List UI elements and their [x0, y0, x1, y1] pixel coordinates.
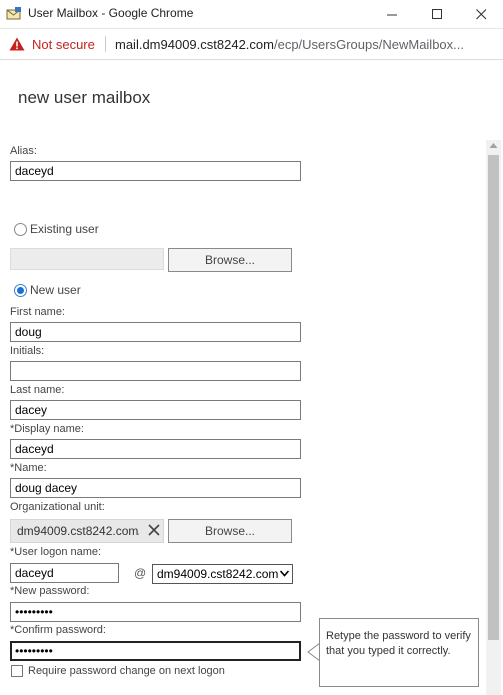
mailbox-icon	[6, 7, 21, 20]
require-password-change-label: Require password change on next logon	[28, 665, 225, 677]
initials-label: Initials:	[10, 345, 45, 357]
name-label: *Name:	[10, 462, 47, 474]
name-input[interactable]: doug dacey	[10, 478, 301, 498]
existing-user-browse-button[interactable]: Browse...	[168, 248, 292, 272]
page-title: new user mailbox	[18, 88, 151, 107]
url-text[interactable]: mail.dm94009.cst8242.com/ecp/UsersGroups…	[115, 37, 500, 52]
existing-user-option[interactable]: Existing user	[14, 222, 99, 236]
existing-user-field	[10, 248, 164, 270]
display-name-label: *Display name:	[10, 423, 84, 435]
new-user-label: New user	[30, 283, 81, 297]
last-name-input[interactable]: dacey	[10, 400, 301, 420]
organizational-unit-browse-button[interactable]: Browse...	[168, 519, 292, 543]
close-icon	[475, 9, 486, 20]
security-status[interactable]: Not secure	[32, 37, 95, 52]
display-name-input[interactable]: daceyd	[10, 439, 301, 459]
maximize-button[interactable]	[415, 0, 459, 29]
alias-label: Alias:	[10, 145, 37, 157]
initials-input[interactable]	[10, 361, 301, 381]
user-logon-name-input[interactable]: daceyd	[10, 563, 119, 583]
url-path: /ecp/UsersGroups/NewMailbox...	[273, 37, 464, 52]
organizational-unit-value: dm94009.cst8242.com/E	[17, 524, 139, 538]
window-title: User Mailbox - Google Chrome	[28, 6, 194, 20]
minimize-button[interactable]	[370, 0, 414, 29]
require-password-change-checkbox[interactable]	[11, 665, 23, 677]
new-user-option[interactable]: New user	[14, 283, 81, 297]
window-titlebar: User Mailbox - Google Chrome	[0, 0, 503, 29]
existing-user-label: Existing user	[30, 222, 99, 236]
first-name-input[interactable]: doug	[10, 322, 301, 342]
new-password-label: *New password:	[10, 585, 90, 597]
alias-input[interactable]: daceyd	[10, 161, 301, 181]
vertical-scrollbar[interactable]	[486, 140, 501, 695]
logon-domain-value: dm94009.cst8242.com	[157, 567, 279, 581]
scroll-up-arrow-icon[interactable]	[489, 142, 498, 149]
close-x-icon[interactable]	[147, 523, 161, 537]
first-name-label: First name:	[10, 306, 66, 318]
organizational-unit-label: Organizational unit:	[10, 501, 105, 513]
existing-user-radio[interactable]	[14, 222, 27, 236]
at-sign: @	[134, 566, 147, 580]
password-hint-tooltip: Retype the password to verify that you t…	[319, 618, 479, 687]
new-user-radio[interactable]	[14, 283, 27, 297]
close-window-button[interactable]	[459, 0, 503, 29]
scrollbar-thumb[interactable]	[488, 155, 499, 640]
require-password-change-option[interactable]: Require password change on next logon	[11, 665, 225, 677]
chevron-down-icon	[280, 570, 289, 577]
organizational-unit-field: dm94009.cst8242.com/E	[10, 519, 164, 543]
user-logon-name-label: *User logon name:	[10, 546, 102, 558]
last-name-label: Last name:	[10, 384, 65, 396]
address-bar[interactable]: Not secure mail.dm94009.cst8242.com/ecp/…	[0, 29, 503, 60]
address-divider	[105, 36, 106, 52]
confirm-password-label: *Confirm password:	[10, 624, 106, 636]
maximize-icon	[431, 9, 442, 19]
confirm-password-input[interactable]: •••••••••	[10, 641, 301, 661]
minimize-icon	[386, 14, 397, 16]
new-password-input[interactable]: •••••••••	[10, 602, 301, 622]
url-host: mail.dm94009.cst8242.com	[115, 37, 274, 52]
logon-domain-select[interactable]: dm94009.cst8242.com	[152, 564, 293, 584]
warning-triangle-icon	[9, 37, 25, 51]
